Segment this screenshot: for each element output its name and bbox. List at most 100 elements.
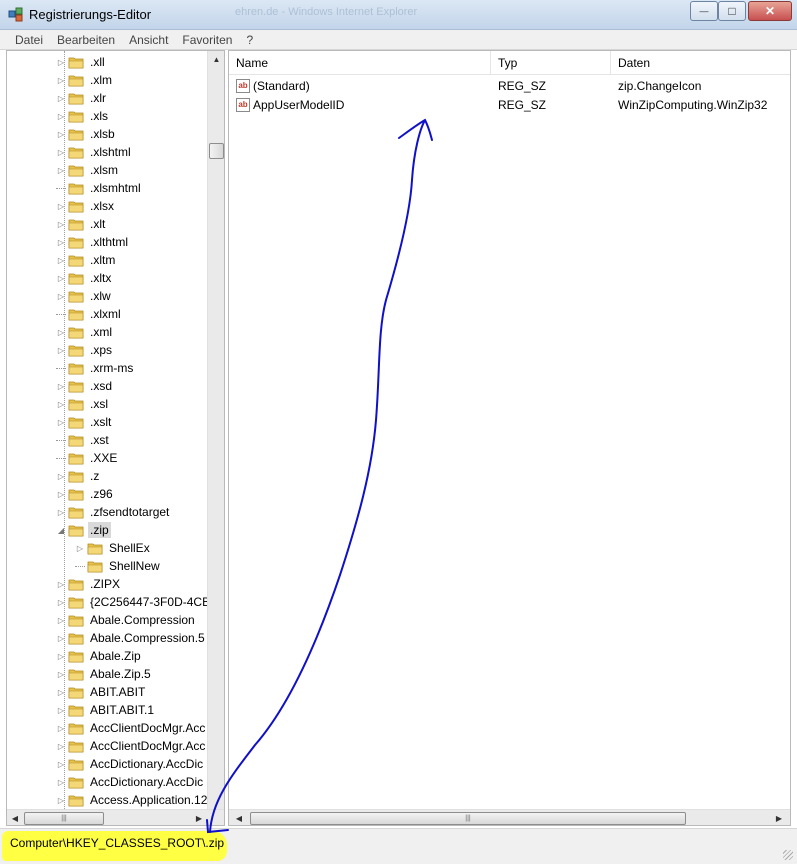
title-bar[interactable]: Registrierungs-Editor ehren.de - Windows… — [0, 0, 797, 30]
tree-key-row[interactable]: ▷ .xps — [56, 341, 114, 359]
menu-datei[interactable]: Datei — [8, 33, 50, 47]
expand-arrow-icon[interactable]: ▷ — [56, 647, 66, 665]
tree-key-row[interactable]: ▷ .xlm — [56, 71, 114, 89]
tree-key-row[interactable]: ▷ Access.Application.12 — [56, 791, 207, 809]
tree-key-row[interactable]: ▷ Abale.Zip.5 — [56, 665, 153, 683]
tree-key-row[interactable]: ▷ .xlthtml — [56, 233, 130, 251]
expand-arrow-icon[interactable]: ▷ — [56, 341, 66, 359]
value-row[interactable]: ab AppUserModelID REG_SZ WinZipComputing… — [229, 96, 790, 115]
scroll-left-arrow-icon[interactable]: ◀ — [7, 810, 23, 825]
tree-key-row[interactable]: ▷ .xsd — [56, 377, 114, 395]
expand-arrow-icon[interactable]: ▷ — [56, 575, 66, 593]
resize-grip-icon[interactable] — [783, 850, 793, 860]
expand-arrow-icon[interactable]: ▷ — [56, 503, 66, 521]
tree-key-row[interactable]: ▷ .z96 — [56, 485, 115, 503]
expand-arrow-icon[interactable]: ▷ — [56, 395, 66, 413]
menu-ansicht[interactable]: Ansicht — [122, 33, 175, 47]
registry-key-tree[interactable]: ▷ .xll ▷ .xlm ▷ .xlr ▷ .xls ▷ .xlsb ▷ .xlshtml ▷ .xls… — [6, 50, 225, 826]
expand-arrow-icon[interactable]: ▷ — [56, 791, 66, 809]
expand-arrow-icon[interactable]: ▷ — [75, 539, 85, 557]
tree-key-row[interactable]: ▷ .xlr — [56, 89, 108, 107]
tree-key-row[interactable]: ▷ Abale.Compression — [56, 611, 197, 629]
tree-key-row[interactable]: ▷ .xlsb — [56, 125, 117, 143]
expand-arrow-icon[interactable]: ▷ — [56, 593, 66, 611]
expand-arrow-icon[interactable]: ▷ — [56, 143, 66, 161]
minimize-button[interactable]: — — [690, 1, 718, 21]
value-row[interactable]: ab (Standard) REG_SZ zip.ChangeIcon — [229, 77, 790, 96]
expand-arrow-icon[interactable]: ▷ — [56, 773, 66, 791]
tree-key-row[interactable]: ▷ AccDictionary.AccDic — [56, 755, 205, 773]
tree-view[interactable]: ▷ .xll ▷ .xlm ▷ .xlr ▷ .xls ▷ .xlsb ▷ .xlshtml ▷ .xls… — [7, 51, 207, 811]
tree-key-row[interactable]: ▷ .zfsendtotarget — [56, 503, 171, 521]
tree-key-row[interactable]: ▷ .xltm — [56, 251, 117, 269]
expand-arrow-icon[interactable]: ▷ — [56, 125, 66, 143]
tree-key-row[interactable]: .xrm-ms — [56, 359, 135, 377]
expand-arrow-icon[interactable]: ▷ — [56, 485, 66, 503]
expand-arrow-icon[interactable]: ▷ — [56, 215, 66, 233]
tree-key-row[interactable]: ▷ .xslt — [56, 413, 113, 431]
list-horizontal-scrollbar[interactable]: ◀ ||| ▶ — [229, 809, 790, 825]
tree-subkey-row[interactable]: ▷ ShellEx — [75, 539, 152, 557]
tree-subkey-row[interactable]: ShellNew — [75, 557, 162, 575]
menu-favoriten[interactable]: Favoriten — [175, 33, 239, 47]
tree-key-row[interactable]: ▷ {2C256447-3F0D-4CBB — [56, 593, 207, 611]
scroll-right-arrow-icon[interactable]: ▶ — [191, 810, 207, 825]
tree-key-row[interactable]: .xlsmhtml — [56, 179, 143, 197]
expand-arrow-icon[interactable]: ▷ — [56, 89, 66, 107]
tree-key-row[interactable]: ▷ .ZIPX — [56, 575, 122, 593]
tree-key-row[interactable]: ▷ AccClientDocMgr.Acc — [56, 737, 207, 755]
close-button[interactable]: ✕ — [748, 1, 792, 21]
tree-key-row[interactable]: ▷ .xlw — [56, 287, 113, 305]
scroll-right-arrow-icon[interactable]: ▶ — [771, 810, 787, 825]
tree-key-row[interactable]: ▷ .z — [56, 467, 101, 485]
tree-key-row[interactable]: ▷ .xlsx — [56, 197, 116, 215]
menu-bearbeiten[interactable]: Bearbeiten — [50, 33, 122, 47]
expand-arrow-icon[interactable]: ▷ — [56, 737, 66, 755]
expand-arrow-icon[interactable]: ▷ — [56, 269, 66, 287]
tree-key-row[interactable]: ▷ Abale.Compression.5 — [56, 629, 207, 647]
expand-arrow-icon[interactable]: ▷ — [56, 719, 66, 737]
tree-key-row[interactable]: .xlxml — [56, 305, 123, 323]
maximize-button[interactable]: □ — [718, 1, 746, 21]
expand-arrow-icon[interactable]: ▷ — [56, 629, 66, 647]
expand-arrow-icon[interactable]: ▷ — [56, 413, 66, 431]
tree-key-row[interactable]: ▷ ABIT.ABIT — [56, 683, 147, 701]
expand-arrow-icon[interactable]: ▷ — [56, 323, 66, 341]
tree-key-row[interactable]: ▷ AccDictionary.AccDic — [56, 773, 205, 791]
tree-key-row[interactable]: ▷ Abale.Zip — [56, 647, 143, 665]
expand-arrow-icon[interactable]: ▷ — [56, 251, 66, 269]
expand-arrow-icon[interactable]: ▷ — [56, 161, 66, 179]
expand-arrow-icon[interactable]: ▷ — [56, 71, 66, 89]
expand-arrow-icon[interactable]: ▷ — [56, 197, 66, 215]
scroll-left-arrow-icon[interactable]: ◀ — [231, 810, 247, 825]
tree-key-row[interactable]: ◢ .zip — [56, 521, 111, 539]
tree-key-row[interactable]: ▷ .xlt — [56, 215, 107, 233]
expand-arrow-icon[interactable]: ▷ — [56, 377, 66, 395]
tree-key-row[interactable]: ▷ .xlshtml — [56, 143, 133, 161]
expand-arrow-icon[interactable]: ▷ — [56, 53, 66, 71]
tree-horizontal-scrollbar[interactable]: ◀ ||| ▶ — [7, 809, 224, 825]
column-header-data[interactable]: Daten — [611, 51, 790, 75]
expand-arrow-icon[interactable]: ▷ — [56, 107, 66, 125]
tree-vertical-scrollbar[interactable]: ▲ — [207, 51, 224, 809]
expand-arrow-icon[interactable]: ▷ — [56, 467, 66, 485]
tree-key-row[interactable]: ▷ .xll — [56, 53, 107, 71]
registry-values-list[interactable]: Name Typ Daten ab (Standard) REG_SZ zip.… — [228, 50, 791, 826]
menu-help[interactable]: ? — [239, 33, 260, 47]
tree-key-row[interactable]: ▷ .xltx — [56, 269, 113, 287]
expand-arrow-icon[interactable]: ▷ — [56, 755, 66, 773]
collapse-arrow-icon[interactable]: ◢ — [56, 521, 66, 539]
expand-arrow-icon[interactable]: ▷ — [56, 233, 66, 251]
tree-key-row[interactable]: .xst — [56, 431, 111, 449]
tree-key-row[interactable]: .XXE — [56, 449, 119, 467]
expand-arrow-icon[interactable]: ▷ — [56, 665, 66, 683]
tree-key-row[interactable]: ▷ .xls — [56, 107, 110, 125]
tree-key-row[interactable]: ▷ .xlsm — [56, 161, 120, 179]
tree-vertical-scroll-thumb[interactable] — [209, 143, 224, 159]
tree-key-row[interactable]: ▷ .xsl — [56, 395, 110, 413]
expand-arrow-icon[interactable]: ▷ — [56, 287, 66, 305]
tree-key-row[interactable]: ▷ ABIT.ABIT.1 — [56, 701, 156, 719]
tree-key-row[interactable]: ▷ AccClientDocMgr.Acc — [56, 719, 207, 737]
expand-arrow-icon[interactable]: ▷ — [56, 683, 66, 701]
tree-horizontal-scroll-thumb[interactable]: ||| — [24, 812, 104, 825]
